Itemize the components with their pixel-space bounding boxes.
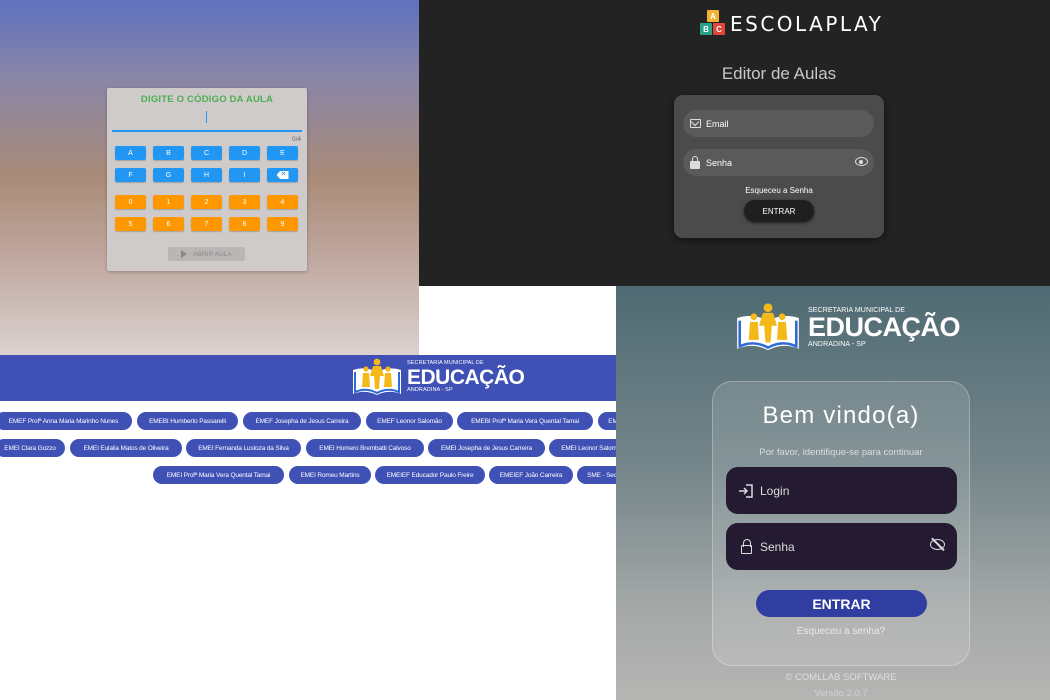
school-list-panel: SECRETARIA MUNICIPAL DE EDUCAÇÃO ANDRADI…	[0, 355, 629, 700]
enter-button[interactable]: ENTRAR	[756, 590, 927, 617]
escolaplay-panel: A B C ESCOLAPLAY Editor de Aulas Email S…	[419, 0, 1050, 286]
login-icon	[738, 483, 754, 499]
key-d[interactable]: D	[229, 146, 260, 160]
code-input-caret	[206, 111, 207, 123]
screenshot-root: DIGITE O CÓDIGO DA AULA 0/4 ABCDEFGHI012…	[0, 0, 1050, 700]
logo-place-text: ANDRADINA - SP	[808, 340, 866, 348]
key-2[interactable]: 2	[191, 195, 222, 209]
school-chip[interactable]: EMEIEF Educador Paulo Freire	[375, 466, 485, 484]
hide-password-icon[interactable]	[930, 539, 945, 550]
key-0[interactable]: 0	[115, 195, 146, 209]
key-e[interactable]: E	[267, 146, 298, 160]
school-chip[interactable]: EMEF Profª Anna Maria Marinho Nunes	[0, 412, 132, 430]
key-i[interactable]: I	[229, 168, 260, 182]
copyright-text: © COMLLAB SOFTWARE	[785, 672, 897, 683]
login-placeholder: Login	[760, 483, 790, 498]
editor-login-form: Email Senha Esqueceu a Senha ENTRAR	[674, 95, 884, 238]
key-c[interactable]: C	[191, 146, 222, 160]
school-chip[interactable]: EMEIEF João Carreira	[489, 466, 573, 484]
forgot-password-link[interactable]: Esqueceu a Senha	[674, 186, 884, 195]
lock-icon	[689, 155, 701, 169]
key-1[interactable]: 1	[153, 195, 184, 209]
envelope-icon	[689, 118, 701, 130]
show-password-icon[interactable]	[855, 157, 868, 166]
block-b: B	[700, 23, 712, 35]
password-field[interactable]: Senha	[726, 523, 957, 570]
school-chip[interactable]: EMEI Eulalia Matos de Oliveira	[70, 439, 182, 457]
key-a[interactable]: A	[115, 146, 146, 160]
padlock-icon	[738, 538, 754, 555]
code-entry-panel: DIGITE O CÓDIGO DA AULA 0/4 ABCDE FGHI 012…	[0, 0, 419, 355]
open-lesson-button[interactable]: ABRIR AULA	[168, 247, 245, 261]
school-chip[interactable]: EMEI Romeu Martins	[289, 466, 371, 484]
education-logo-large: SECRETARIA MUNICIPAL DE EDUCAÇÃO ANDRADI…	[734, 300, 961, 354]
play-icon	[181, 250, 188, 258]
key-3[interactable]: 3	[229, 195, 260, 209]
school-chip[interactable]: EMEI Profª Maria Vera Quental Tamai	[153, 466, 284, 484]
password-field[interactable]: Senha	[683, 149, 874, 176]
code-char-counter: 0/4	[291, 136, 301, 143]
brand-name: ESCOLAPLAY	[730, 11, 884, 36]
key-9[interactable]: 9	[267, 217, 298, 231]
key-7[interactable]: 7	[191, 217, 222, 231]
school-chip[interactable]: EMEBI Profª Maria Vera Quental Tamai	[457, 412, 593, 430]
escolaplay-logo: A B C ESCOLAPLAY	[700, 10, 883, 37]
logo-text: SECRETARIA MUNICIPAL DE EDUCAÇÃO ANDRADI…	[808, 307, 961, 348]
backspace-key[interactable]	[267, 168, 298, 182]
login-card: Bem vindo(a) Por favor, identifique-se p…	[712, 381, 970, 666]
welcome-login-panel: SECRETARIA MUNICIPAL DE EDUCAÇÃO ANDRADI…	[616, 286, 1050, 700]
key-f[interactable]: F	[115, 168, 146, 182]
key-g[interactable]: G	[153, 168, 184, 182]
keypad-row: 56789	[115, 217, 298, 231]
keypad-row: ABCDE	[115, 146, 298, 160]
school-chip[interactable]: EMEF Josepha de Jesus Carreira	[243, 412, 361, 430]
key-8[interactable]: 8	[229, 217, 260, 231]
welcome-title: Bem vindo(a)	[762, 402, 920, 429]
school-chip-list: EMEF Profª Anna Maria Marinho Nunes EMEBI…	[0, 355, 629, 700]
forgot-password-link[interactable]: Esqueceu a senha?	[713, 626, 969, 637]
enter-button[interactable]: ENTRAR	[744, 200, 814, 222]
key-6[interactable]: 6	[153, 217, 184, 231]
version-text: Versão 2.0.7	[814, 688, 868, 699]
abc-blocks-icon: A B C	[700, 10, 727, 37]
password-label: Senha	[706, 157, 733, 168]
school-chip[interactable]: EMEI Josepha de Jesus Carreira	[428, 439, 545, 457]
school-chip[interactable]: EMEI Clara Gozzo	[0, 439, 65, 457]
open-lesson-label: ABRIR AULA	[193, 250, 232, 258]
email-label: Email	[706, 118, 729, 129]
backspace-icon	[276, 171, 289, 179]
code-entry-card: DIGITE O CÓDIGO DA AULA 0/4 ABCDE FGHI 012…	[107, 88, 307, 271]
page-heading: Editor de Aulas	[721, 64, 837, 83]
login-field[interactable]: Login	[726, 467, 957, 514]
school-chip[interactable]: EMEI Homero Brembatti Calvoso	[306, 439, 424, 457]
code-entry-title: DIGITE O CÓDIGO DA AULA	[140, 94, 274, 105]
block-a: A	[707, 10, 719, 22]
welcome-subtitle: Por favor, identifique-se para continuar	[759, 447, 923, 458]
book-family-icon	[737, 303, 799, 351]
school-chip[interactable]: EMEBI Humberto Passarelli	[137, 412, 238, 430]
code-input-underline[interactable]	[112, 130, 302, 132]
key-5[interactable]: 5	[115, 217, 146, 231]
school-chip[interactable]: EMEF Leonor Salomão	[366, 412, 453, 430]
key-4[interactable]: 4	[267, 195, 298, 209]
keypad-row: 01234	[115, 195, 298, 209]
school-chip[interactable]: EMEI Fernanda Lustoza da Silva	[186, 439, 301, 457]
password-placeholder: Senha	[760, 539, 795, 554]
email-field[interactable]: Email	[683, 110, 874, 137]
logo-big-text: EDUCAÇÃO	[808, 311, 961, 342]
keypad-row: FGHI	[115, 168, 298, 182]
key-b[interactable]: B	[153, 146, 184, 160]
key-h[interactable]: H	[191, 168, 222, 182]
block-c: C	[713, 23, 725, 35]
